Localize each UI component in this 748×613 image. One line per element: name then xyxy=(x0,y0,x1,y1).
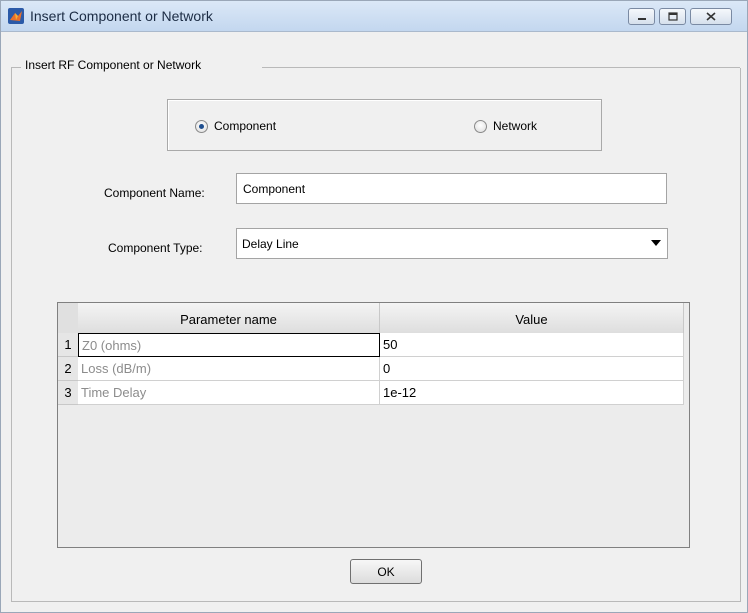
row-number[interactable]: 3 xyxy=(58,381,78,405)
component-radio[interactable]: Component xyxy=(195,119,276,133)
dialog-window: Insert Component or Network Insert RF Co… xyxy=(0,0,748,613)
parameter-value-cell[interactable]: 50 xyxy=(380,333,684,357)
dropdown-arrow-icon[interactable] xyxy=(651,240,661,246)
mode-radio-panel: Component Network xyxy=(167,99,602,151)
row-number[interactable]: 2 xyxy=(58,357,78,381)
network-radio[interactable]: Network xyxy=(474,119,537,133)
ok-button[interactable]: OK xyxy=(350,559,422,584)
column-header-value[interactable]: Value xyxy=(380,303,684,333)
table-row: 1 Z0 (ohms) 50 xyxy=(58,333,684,357)
close-icon xyxy=(706,12,716,21)
minimize-button[interactable] xyxy=(628,8,655,25)
window-title: Insert Component or Network xyxy=(30,8,213,24)
parameter-value-cell[interactable]: 1e-12 xyxy=(380,381,684,405)
close-button[interactable] xyxy=(690,8,732,25)
component-type-label: Component Type: xyxy=(108,241,203,255)
parameter-name-cell[interactable]: Z0 (ohms) xyxy=(78,333,380,357)
parameter-name-cell[interactable]: Time Delay xyxy=(78,381,380,405)
table-row: 3 Time Delay 1e-12 xyxy=(58,381,684,405)
component-name-input[interactable]: Component xyxy=(236,173,667,204)
group-label: Insert RF Component or Network xyxy=(23,58,204,72)
component-radio-label: Component xyxy=(214,119,277,133)
parameter-value-cell[interactable]: 0 xyxy=(380,357,684,381)
component-type-value: Delay Line xyxy=(242,237,299,251)
table-corner xyxy=(58,303,78,333)
radio-button-icon[interactable] xyxy=(474,119,487,133)
network-radio-label: Network xyxy=(493,119,538,133)
radio-button-icon[interactable] xyxy=(195,119,208,133)
matlab-logo-icon xyxy=(8,8,24,24)
parameter-table: Parameter name Value 1 Z0 (ohms) 50 2 Lo… xyxy=(57,302,690,548)
maximize-icon xyxy=(667,12,678,21)
component-name-label: Component Name: xyxy=(104,186,205,200)
maximize-button[interactable] xyxy=(659,8,686,25)
title-bar[interactable]: Insert Component or Network xyxy=(1,1,747,32)
component-type-select[interactable]: Delay Line xyxy=(236,228,668,259)
table-row: 2 Loss (dB/m) 0 xyxy=(58,357,684,381)
minimize-icon xyxy=(637,17,646,20)
row-number[interactable]: 1 xyxy=(58,333,78,357)
column-header-parameter-name[interactable]: Parameter name xyxy=(78,303,380,333)
parameter-name-cell[interactable]: Loss (dB/m) xyxy=(78,357,380,381)
